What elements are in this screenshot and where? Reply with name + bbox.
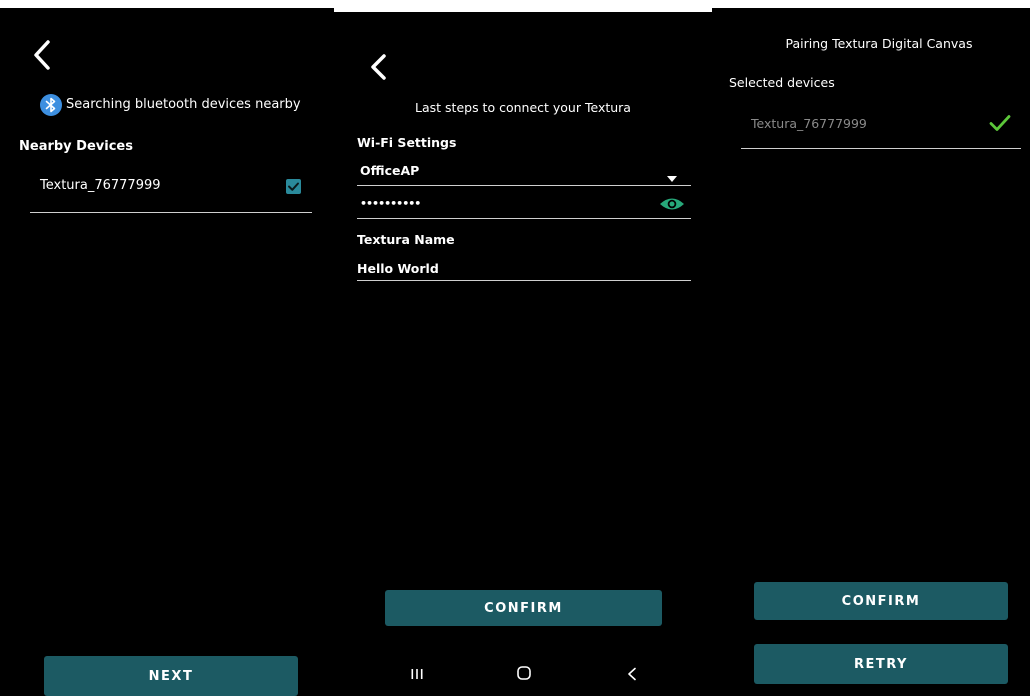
network-select[interactable]: OfficeAP (357, 160, 691, 186)
divider (357, 185, 691, 186)
network-value: OfficeAP (360, 163, 420, 178)
textura-name-title: Textura Name (357, 232, 455, 247)
section-title: Nearby Devices (19, 139, 133, 154)
password-field[interactable]: •••••••••• (357, 192, 691, 220)
nav-back-icon[interactable] (626, 666, 638, 681)
chevron-left-icon (34, 40, 50, 70)
device-checkbox[interactable] (286, 179, 301, 194)
bluetooth-icon (40, 94, 62, 116)
system-nav-bar (334, 654, 712, 696)
page-header: Last steps to connect your Textura (415, 100, 631, 115)
check-icon (288, 182, 299, 191)
chevron-left-icon (371, 54, 386, 80)
checkmark-icon (989, 114, 1011, 132)
page-title: Pairing Textura Digital Canvas (785, 36, 973, 51)
caret-down-icon (666, 168, 678, 182)
confirm-button[interactable]: CONFIRM (754, 582, 1008, 620)
wifi-settings-title: Wi-Fi Settings (357, 135, 457, 150)
confirm-button[interactable]: CONFIRM (385, 590, 662, 626)
divider (741, 148, 1021, 149)
divider (30, 212, 312, 213)
retry-button[interactable]: RETRY (754, 644, 1008, 684)
selected-device-item: Textura_76777999 (741, 108, 1021, 150)
screen-bluetooth-search: Searching bluetooth devices nearby Nearb… (0, 8, 334, 696)
back-button[interactable] (366, 52, 392, 82)
screen-pairing: Pairing Textura Digital Canvas Selected … (712, 8, 1030, 696)
next-button[interactable]: NEXT (44, 656, 298, 696)
back-button[interactable] (28, 38, 58, 72)
divider (357, 280, 691, 281)
eye-icon[interactable] (659, 196, 685, 212)
device-list-item[interactable]: Textura_76777999 (30, 168, 312, 214)
selected-devices-title: Selected devices (729, 75, 835, 90)
device-name: Textura_76777999 (40, 178, 161, 193)
device-name: Textura_76777999 (751, 116, 867, 131)
recent-apps-icon[interactable] (410, 666, 424, 680)
textura-name-value: Hello World (357, 261, 439, 276)
textura-name-input[interactable]: Hello World (357, 258, 691, 281)
home-icon[interactable] (516, 665, 532, 681)
divider (357, 218, 691, 219)
screen-wifi-setup: Last steps to connect your Textura Wi-Fi… (334, 12, 712, 696)
password-value: •••••••••• (360, 197, 421, 210)
search-status: Searching bluetooth devices nearby (66, 97, 301, 112)
